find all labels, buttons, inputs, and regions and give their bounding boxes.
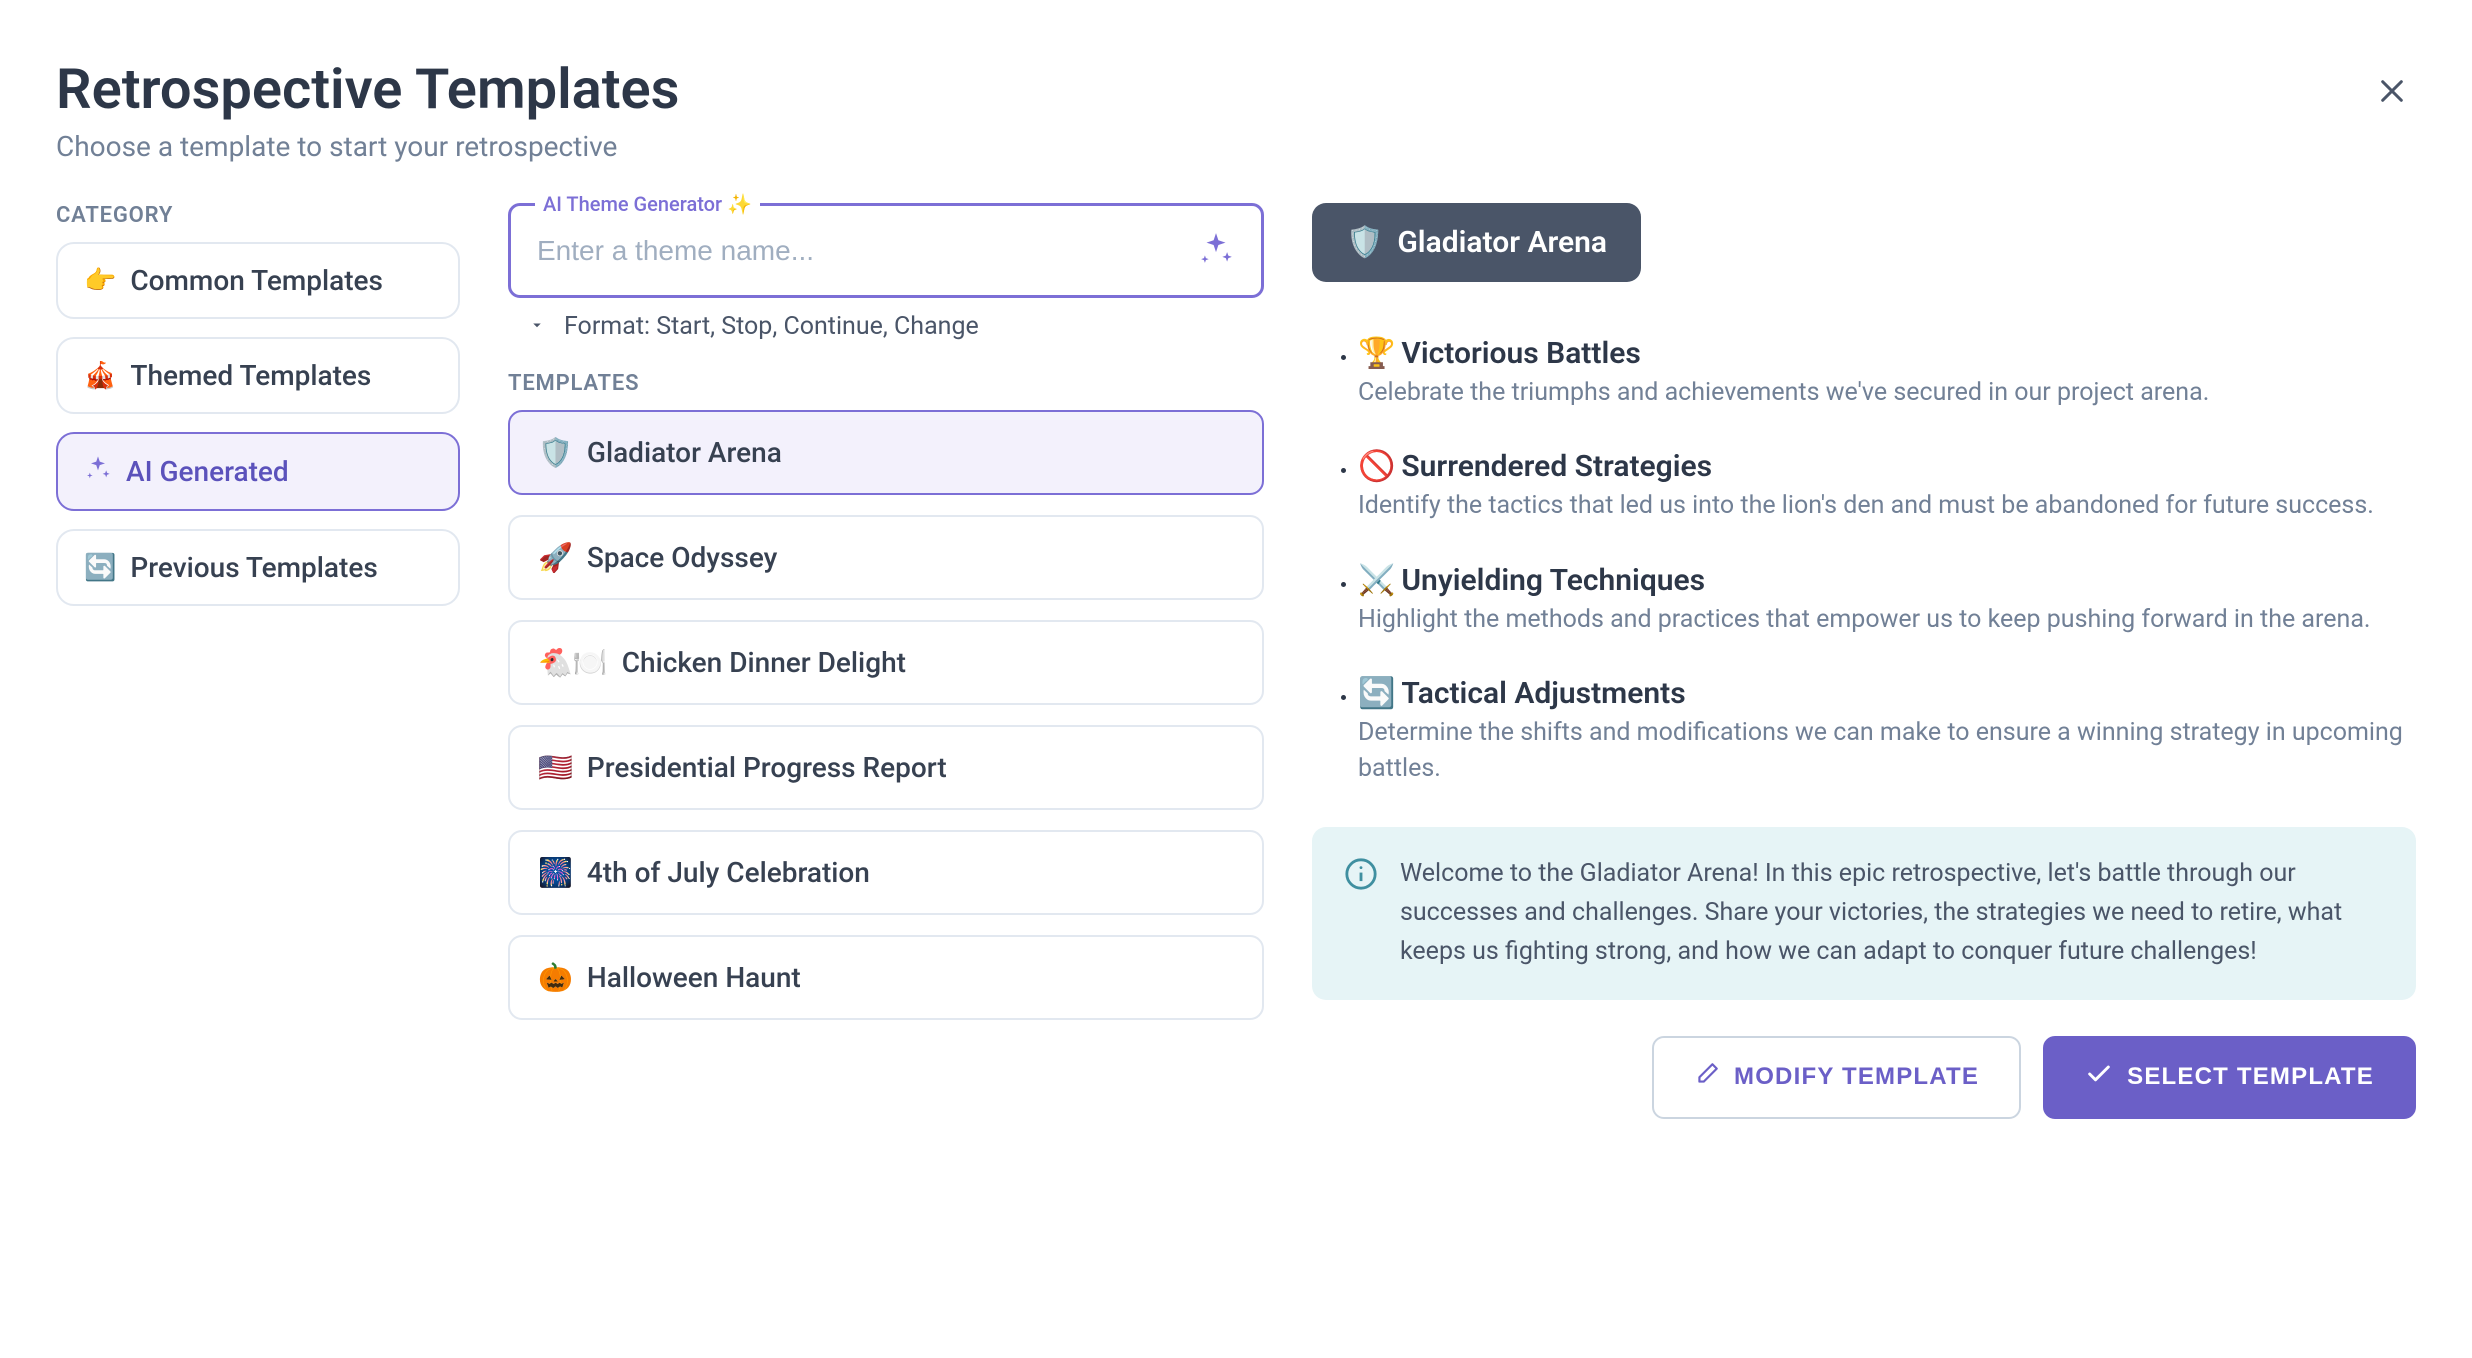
repeat-icon: 🔄 — [84, 553, 116, 583]
templates-label: TEMPLATES — [508, 371, 1264, 396]
trophy-icon: 🏆 — [1358, 336, 1395, 371]
info-text: Welcome to the Gladiator Arena! In this … — [1400, 855, 2384, 971]
preview-section-title: 🔄Tactical Adjustments — [1358, 676, 2416, 711]
template-item-label: 4th of July Celebration — [587, 856, 870, 889]
title-block: Retrospective Templates Choose a templat… — [56, 56, 679, 163]
preview-section-title: 🚫Surrendered Strategies — [1358, 449, 2416, 484]
template-item-label: Halloween Haunt — [587, 961, 801, 994]
category-common-templates[interactable]: 👉 Common Templates — [56, 242, 460, 319]
sparkles-icon — [84, 454, 112, 489]
preview-title: Gladiator Arena — [1397, 225, 1607, 260]
category-ai-generated[interactable]: AI Generated — [56, 432, 460, 511]
pointing-right-icon: 👉 — [84, 266, 116, 296]
preview-section-desc: Celebrate the triumphs and achievements … — [1358, 375, 2416, 411]
modify-template-button[interactable]: Modify Template — [1652, 1036, 2021, 1119]
category-themed-templates[interactable]: 🎪 Themed Templates — [56, 337, 460, 414]
rocket-icon: 🚀 — [538, 541, 573, 574]
category-label-text: Previous Templates — [130, 551, 377, 584]
sparkles-icon — [1197, 230, 1235, 271]
dialog-header: Retrospective Templates Choose a templat… — [56, 56, 2416, 163]
category-label: CATEGORY — [56, 203, 460, 228]
preview-title-badge: 🛡️ Gladiator Arena — [1312, 203, 1641, 282]
shield-icon: 🛡️ — [1346, 225, 1383, 260]
preview-section: 🔄Tactical Adjustments Determine the shif… — [1358, 676, 2416, 788]
preview-section: 🏆Victorious Battles Celebrate the triump… — [1358, 336, 2416, 411]
template-chicken-dinner[interactable]: 🐔🍽️ Chicken Dinner Delight — [508, 620, 1264, 705]
ai-theme-input[interactable] — [537, 235, 1197, 267]
dialog-content: CATEGORY 👉 Common Templates 🎪 Themed Tem… — [56, 203, 2416, 1119]
chicken-icon: 🐔🍽️ — [538, 646, 608, 679]
select-template-button[interactable]: Select Template — [2043, 1036, 2416, 1119]
preview-sections: 🏆Victorious Battles Celebrate the triump… — [1312, 336, 2416, 787]
template-item-label: Gladiator Arena — [587, 436, 782, 469]
fireworks-icon: 🎆 — [538, 856, 573, 889]
ai-theme-legend: AI Theme Generator ✨ — [535, 192, 760, 216]
format-row: Format: Start, Stop, Continue, Change — [528, 312, 1264, 341]
category-previous-templates[interactable]: 🔄 Previous Templates — [56, 529, 460, 606]
no-entry-icon: 🚫 — [1358, 449, 1395, 484]
preview-section-desc: Highlight the methods and practices that… — [1358, 602, 2416, 638]
pencil-icon — [1694, 1061, 1720, 1094]
preview-actions: Modify Template Select Template — [1312, 1036, 2416, 1119]
templates-column: AI Theme Generator ✨ Format: Start, Stop… — [508, 203, 1264, 1119]
ai-generate-button[interactable] — [1197, 230, 1235, 271]
info-icon — [1344, 857, 1378, 971]
template-item-label: Space Odyssey — [587, 541, 778, 574]
close-icon — [2376, 69, 2408, 116]
preview-section: ⚔️Unyielding Techniques Highlight the me… — [1358, 563, 2416, 638]
preview-section: 🚫Surrendered Strategies Identify the tac… — [1358, 449, 2416, 524]
category-label-text: AI Generated — [126, 455, 289, 488]
shield-icon: 🛡️ — [538, 436, 573, 469]
template-gladiator-arena[interactable]: 🛡️ Gladiator Arena — [508, 410, 1264, 495]
preview-section-desc: Identify the tactics that led us into th… — [1358, 488, 2416, 524]
swords-icon: ⚔️ — [1358, 563, 1395, 598]
template-presidential[interactable]: 🇺🇸 Presidential Progress Report — [508, 725, 1264, 810]
dialog-title: Retrospective Templates — [56, 56, 679, 122]
circus-icon: 🎪 — [84, 361, 116, 391]
flag-us-icon: 🇺🇸 — [538, 751, 573, 784]
cycle-icon: 🔄 — [1358, 676, 1395, 711]
category-label-text: Common Templates — [130, 264, 383, 297]
button-label: Select Template — [2127, 1063, 2374, 1091]
category-label-text: Themed Templates — [130, 359, 371, 392]
close-button[interactable] — [2368, 64, 2416, 122]
pumpkin-icon: 🎃 — [538, 961, 573, 994]
templates-dialog: Retrospective Templates Choose a templat… — [0, 0, 2472, 1159]
format-label: Format: Start, Stop, Continue, Change — [564, 312, 979, 341]
category-column: CATEGORY 👉 Common Templates 🎪 Themed Tem… — [56, 203, 460, 1119]
check-icon — [2085, 1060, 2113, 1095]
chevron-down-icon[interactable] — [528, 312, 546, 341]
button-label: Modify Template — [1734, 1063, 1979, 1091]
info-box: Welcome to the Gladiator Arena! In this … — [1312, 827, 2416, 999]
ai-theme-field[interactable]: AI Theme Generator ✨ — [508, 203, 1264, 298]
template-space-odyssey[interactable]: 🚀 Space Odyssey — [508, 515, 1264, 600]
template-4th-july[interactable]: 🎆 4th of July Celebration — [508, 830, 1264, 915]
preview-column: 🛡️ Gladiator Arena 🏆Victorious Battles C… — [1312, 203, 2416, 1119]
template-item-label: Chicken Dinner Delight — [622, 646, 906, 679]
dialog-subtitle: Choose a template to start your retrospe… — [56, 130, 679, 163]
preview-section-desc: Determine the shifts and modifications w… — [1358, 715, 2416, 788]
template-halloween[interactable]: 🎃 Halloween Haunt — [508, 935, 1264, 1020]
preview-section-title: 🏆Victorious Battles — [1358, 336, 2416, 371]
preview-section-title: ⚔️Unyielding Techniques — [1358, 563, 2416, 598]
template-item-label: Presidential Progress Report — [587, 751, 947, 784]
